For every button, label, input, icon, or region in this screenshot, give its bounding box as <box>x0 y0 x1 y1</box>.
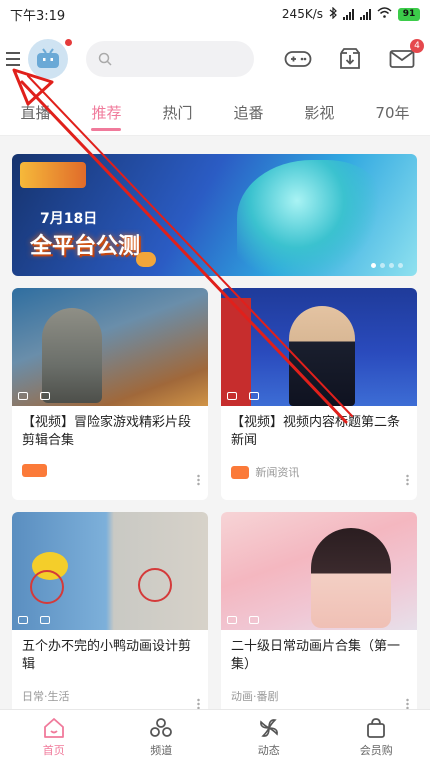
download-icon[interactable] <box>334 43 366 75</box>
battery-indicator: 91 <box>398 7 420 21</box>
game-controller-icon[interactable] <box>282 43 314 75</box>
video-thumbnail <box>221 512 417 630</box>
avatar-image <box>28 39 68 79</box>
nav-channels-label: 频道 <box>150 744 173 757</box>
video-card[interactable]: 【视频】冒险家游戏精彩片段剪辑合集 <box>12 288 208 500</box>
shop-bag-icon <box>367 718 386 738</box>
video-stats <box>227 615 411 626</box>
carousel-dots <box>371 263 403 268</box>
nav-shop-label: 会员购 <box>359 744 393 757</box>
wifi-icon <box>377 7 392 21</box>
video-meta: 日常·生活 <box>22 690 70 703</box>
nav-home-label: 首页 <box>42 744 65 757</box>
tab-popular[interactable]: 热门 <box>158 96 196 129</box>
more-options-icon[interactable] <box>406 474 409 486</box>
nav-shop[interactable]: 会员购 <box>341 717 411 758</box>
tv-mascot-icon <box>37 48 59 68</box>
banner-headline: 全平台公测 <box>30 234 141 259</box>
status-indicators: 245K/s 91 <box>281 6 420 22</box>
search-icon <box>98 52 112 66</box>
video-thumbnail <box>12 288 208 406</box>
search-input[interactable] <box>86 41 254 77</box>
messages-badge: 4 <box>410 39 424 53</box>
video-thumbnail <box>12 512 208 630</box>
banner-date: 7月18日 <box>40 211 98 227</box>
home-icon <box>43 718 64 738</box>
nav-moments-label: 动态 <box>257 744 280 757</box>
status-time: 下午3:19 <box>10 8 66 24</box>
video-title: 五个办不完的小鸭动画设计剪辑 <box>22 639 192 672</box>
tab-live[interactable]: 直播 <box>16 96 54 129</box>
tab-70-years[interactable]: 70年 <box>371 96 413 129</box>
header-actions: 4 <box>282 39 426 75</box>
game-logo <box>20 162 86 188</box>
mail-icon[interactable]: 4 <box>386 39 424 75</box>
video-thumbnail <box>221 288 417 406</box>
video-meta: 新闻资讯 <box>255 466 300 479</box>
nav-home[interactable]: 首页 <box>19 717 89 758</box>
video-card[interactable]: 【视频】视频内容标题第二条新闻 新闻资讯 <box>221 288 417 500</box>
app-screen: 下午3:19 245K/s 91 4 直播 推荐 热门 追番 影视 70年 7月… <box>0 0 430 765</box>
more-options-icon[interactable] <box>406 698 409 709</box>
promo-banner[interactable]: 7月18日 全平台公测 <box>12 154 417 276</box>
channels-icon <box>150 718 173 737</box>
more-options-icon[interactable] <box>197 474 200 486</box>
video-stats <box>227 391 411 402</box>
tab-anime[interactable]: 追番 <box>229 96 267 129</box>
banner-character-image <box>237 160 387 276</box>
video-meta: 动画·番剧 <box>231 690 279 703</box>
video-tag <box>22 464 47 477</box>
video-card[interactable]: 二十级日常动画片合集（第一集） 动画·番剧 <box>221 512 417 709</box>
notification-dot <box>65 39 72 46</box>
video-title: 【视频】视频内容标题第二条新闻 <box>231 415 401 448</box>
content-feed: 7月18日 全平台公测 【视频】冒险家游戏精彩片段剪辑合集 【视频】视频内容标题… <box>0 148 430 709</box>
network-speed: 245K/s <box>281 7 323 21</box>
video-stats <box>18 615 202 626</box>
video-title: 【视频】冒险家游戏精彩片段剪辑合集 <box>22 415 192 448</box>
video-stats <box>18 391 202 402</box>
signal-icon-2 <box>360 8 371 20</box>
top-header: 4 <box>0 28 430 90</box>
category-tabs: 直播 推荐 热门 追番 影视 70年 <box>0 90 430 136</box>
nav-moments[interactable]: 动态 <box>234 717 304 758</box>
bottom-navigation: 首页 频道 动态 会员购 <box>0 709 430 765</box>
status-bar: 下午3:19 245K/s 91 <box>0 0 430 28</box>
menu-icon[interactable] <box>6 52 20 66</box>
video-tag <box>231 465 250 479</box>
bluetooth-icon <box>329 6 337 22</box>
tab-recommend[interactable]: 推荐 <box>87 96 125 131</box>
video-card[interactable]: 五个办不完的小鸭动画设计剪辑 日常·生活 <box>12 512 208 709</box>
tab-movies[interactable]: 影视 <box>300 96 338 129</box>
avatar[interactable] <box>28 39 72 79</box>
moments-icon <box>259 719 278 737</box>
nav-channels[interactable]: 频道 <box>126 717 196 758</box>
more-options-icon[interactable] <box>197 698 200 709</box>
signal-icon <box>343 8 354 20</box>
video-grid: 【视频】冒险家游戏精彩片段剪辑合集 【视频】视频内容标题第二条新闻 新闻资讯 五… <box>12 288 418 709</box>
banner-tag <box>136 252 156 267</box>
video-title: 二十级日常动画片合集（第一集） <box>231 639 401 672</box>
